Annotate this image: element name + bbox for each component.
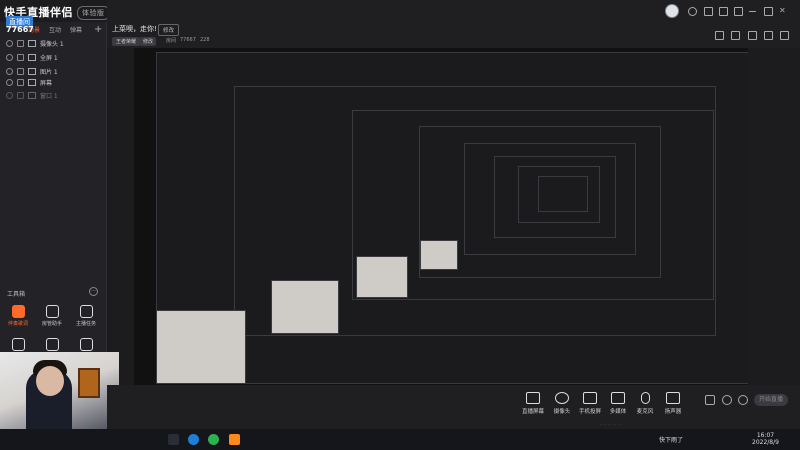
cabinet bbox=[78, 368, 100, 398]
source-item[interactable]: 全屏 1 bbox=[6, 52, 58, 62]
settings-icon[interactable] bbox=[738, 395, 748, 405]
monitor-icon bbox=[28, 78, 36, 86]
music-icon bbox=[11, 305, 25, 318]
tool-extra-3[interactable] bbox=[72, 338, 100, 353]
source-label: 全屏 1 bbox=[40, 54, 58, 62]
mail-icon[interactable] bbox=[719, 7, 728, 16]
close-icon[interactable]: ✕ bbox=[779, 7, 786, 15]
settings-icon[interactable] bbox=[734, 7, 743, 16]
window-icon bbox=[28, 91, 36, 99]
link-icon[interactable] bbox=[780, 31, 789, 40]
refresh-icon[interactable] bbox=[722, 395, 732, 405]
edit-category-button[interactable]: 修改 bbox=[140, 37, 157, 46]
eye-icon[interactable] bbox=[6, 39, 13, 47]
user-icon bbox=[45, 305, 59, 318]
download-icon bbox=[45, 338, 59, 351]
tool-lyrics[interactable]: 伴奏歌词 bbox=[4, 305, 32, 327]
streamer-app-icon[interactable] bbox=[229, 434, 240, 445]
version-badge: 体验版 bbox=[77, 6, 110, 20]
category-pill[interactable]: 王者荣耀 bbox=[112, 37, 141, 46]
source-label: 摄像头 1 bbox=[40, 40, 64, 48]
tool-tasks[interactable]: 主播任务 bbox=[72, 305, 100, 327]
tool-extra-2[interactable] bbox=[38, 338, 66, 353]
live-preview[interactable] bbox=[134, 48, 748, 385]
minimize-icon[interactable] bbox=[749, 11, 756, 12]
status-line: · · · · · · · · · bbox=[600, 422, 622, 427]
shield-icon bbox=[79, 338, 93, 351]
screen-icon bbox=[526, 392, 540, 404]
tool-room-manager[interactable]: 房管助手 bbox=[38, 305, 66, 327]
lock-icon[interactable] bbox=[17, 39, 24, 47]
start-live-button[interactable]: 开始直播 bbox=[754, 394, 788, 406]
edge-icon[interactable] bbox=[188, 434, 199, 445]
nested-camera bbox=[271, 280, 339, 334]
room-label: 房间 bbox=[166, 38, 177, 44]
scene-tabs: 场景 互动 弹幕 bbox=[28, 25, 82, 34]
control-mic[interactable]: 麦克风 bbox=[630, 392, 660, 415]
control-screen[interactable]: 直播屏幕 bbox=[518, 392, 548, 415]
edit-title-button[interactable]: 修改 bbox=[158, 24, 180, 36]
live-title: 上菜噢，走你! bbox=[112, 25, 157, 33]
header-bar bbox=[107, 0, 800, 48]
lock-icon[interactable] bbox=[17, 91, 24, 99]
eye-icon[interactable] bbox=[6, 91, 13, 99]
control-camera[interactable]: 摄像头 bbox=[547, 392, 577, 415]
clock[interactable]: 16:07 2022/8/9 bbox=[752, 432, 779, 446]
more-icon[interactable]: ··· bbox=[89, 287, 98, 296]
task-icon bbox=[79, 305, 93, 318]
room-id: 77667 bbox=[180, 37, 196, 43]
source-label: 图片 1 bbox=[40, 68, 58, 76]
headset-icon[interactable] bbox=[688, 7, 697, 16]
share-icon[interactable] bbox=[715, 31, 724, 40]
camera-icon bbox=[555, 392, 569, 404]
lock-icon[interactable] bbox=[731, 31, 740, 40]
mic-icon bbox=[640, 392, 650, 404]
nested-capture bbox=[538, 176, 588, 212]
media-icon bbox=[611, 392, 625, 404]
control-phone[interactable]: 手机投屏 bbox=[575, 392, 605, 415]
eye-icon[interactable] bbox=[6, 53, 13, 61]
toolbox-title: 工具箱 bbox=[7, 291, 26, 298]
fans-count: 228 bbox=[200, 37, 210, 43]
eye-icon[interactable] bbox=[6, 78, 13, 86]
weather-status: 快下雨了 bbox=[659, 437, 684, 444]
control-media[interactable]: 多媒体 bbox=[603, 392, 633, 415]
source-label: 屏幕 bbox=[40, 79, 53, 87]
control-bar bbox=[107, 385, 800, 429]
tab-danmaku[interactable]: 弹幕 bbox=[70, 25, 82, 34]
source-item[interactable]: 图片 1 bbox=[6, 66, 58, 76]
phone-icon bbox=[583, 392, 597, 404]
source-label: 窗口 1 bbox=[40, 92, 58, 100]
camera-icon bbox=[28, 39, 36, 47]
taskview-icon[interactable] bbox=[168, 434, 179, 445]
maximize-icon[interactable] bbox=[764, 7, 773, 16]
source-item[interactable]: 摄像头 1 bbox=[6, 38, 64, 48]
avatar[interactable] bbox=[665, 4, 679, 18]
wechat-icon[interactable] bbox=[208, 434, 219, 445]
lock-icon[interactable] bbox=[17, 78, 24, 86]
lock-icon[interactable] bbox=[17, 67, 24, 75]
gift-icon bbox=[11, 338, 25, 351]
source-item[interactable]: 窗口 1 bbox=[6, 90, 58, 100]
tab-interact[interactable]: 互动 bbox=[49, 25, 61, 34]
lock-icon[interactable] bbox=[17, 53, 24, 61]
fullscreen-icon bbox=[28, 53, 36, 61]
eye-icon[interactable] bbox=[6, 67, 13, 75]
copy-icon[interactable] bbox=[748, 31, 757, 40]
control-speaker[interactable]: 扬声器 bbox=[658, 392, 688, 415]
nested-camera bbox=[356, 256, 408, 298]
source-item[interactable]: 屏幕 bbox=[6, 77, 52, 87]
gift-icon[interactable] bbox=[704, 7, 713, 16]
speaker-icon bbox=[666, 392, 680, 404]
bell-icon[interactable] bbox=[764, 31, 773, 40]
image-icon bbox=[28, 67, 36, 75]
record-icon[interactable] bbox=[705, 395, 715, 405]
add-scene-icon[interactable]: + bbox=[94, 24, 102, 35]
nested-camera bbox=[156, 310, 246, 384]
room-number: 77667 bbox=[6, 25, 34, 34]
tool-extra-1[interactable] bbox=[4, 338, 32, 353]
nested-camera bbox=[420, 240, 458, 270]
